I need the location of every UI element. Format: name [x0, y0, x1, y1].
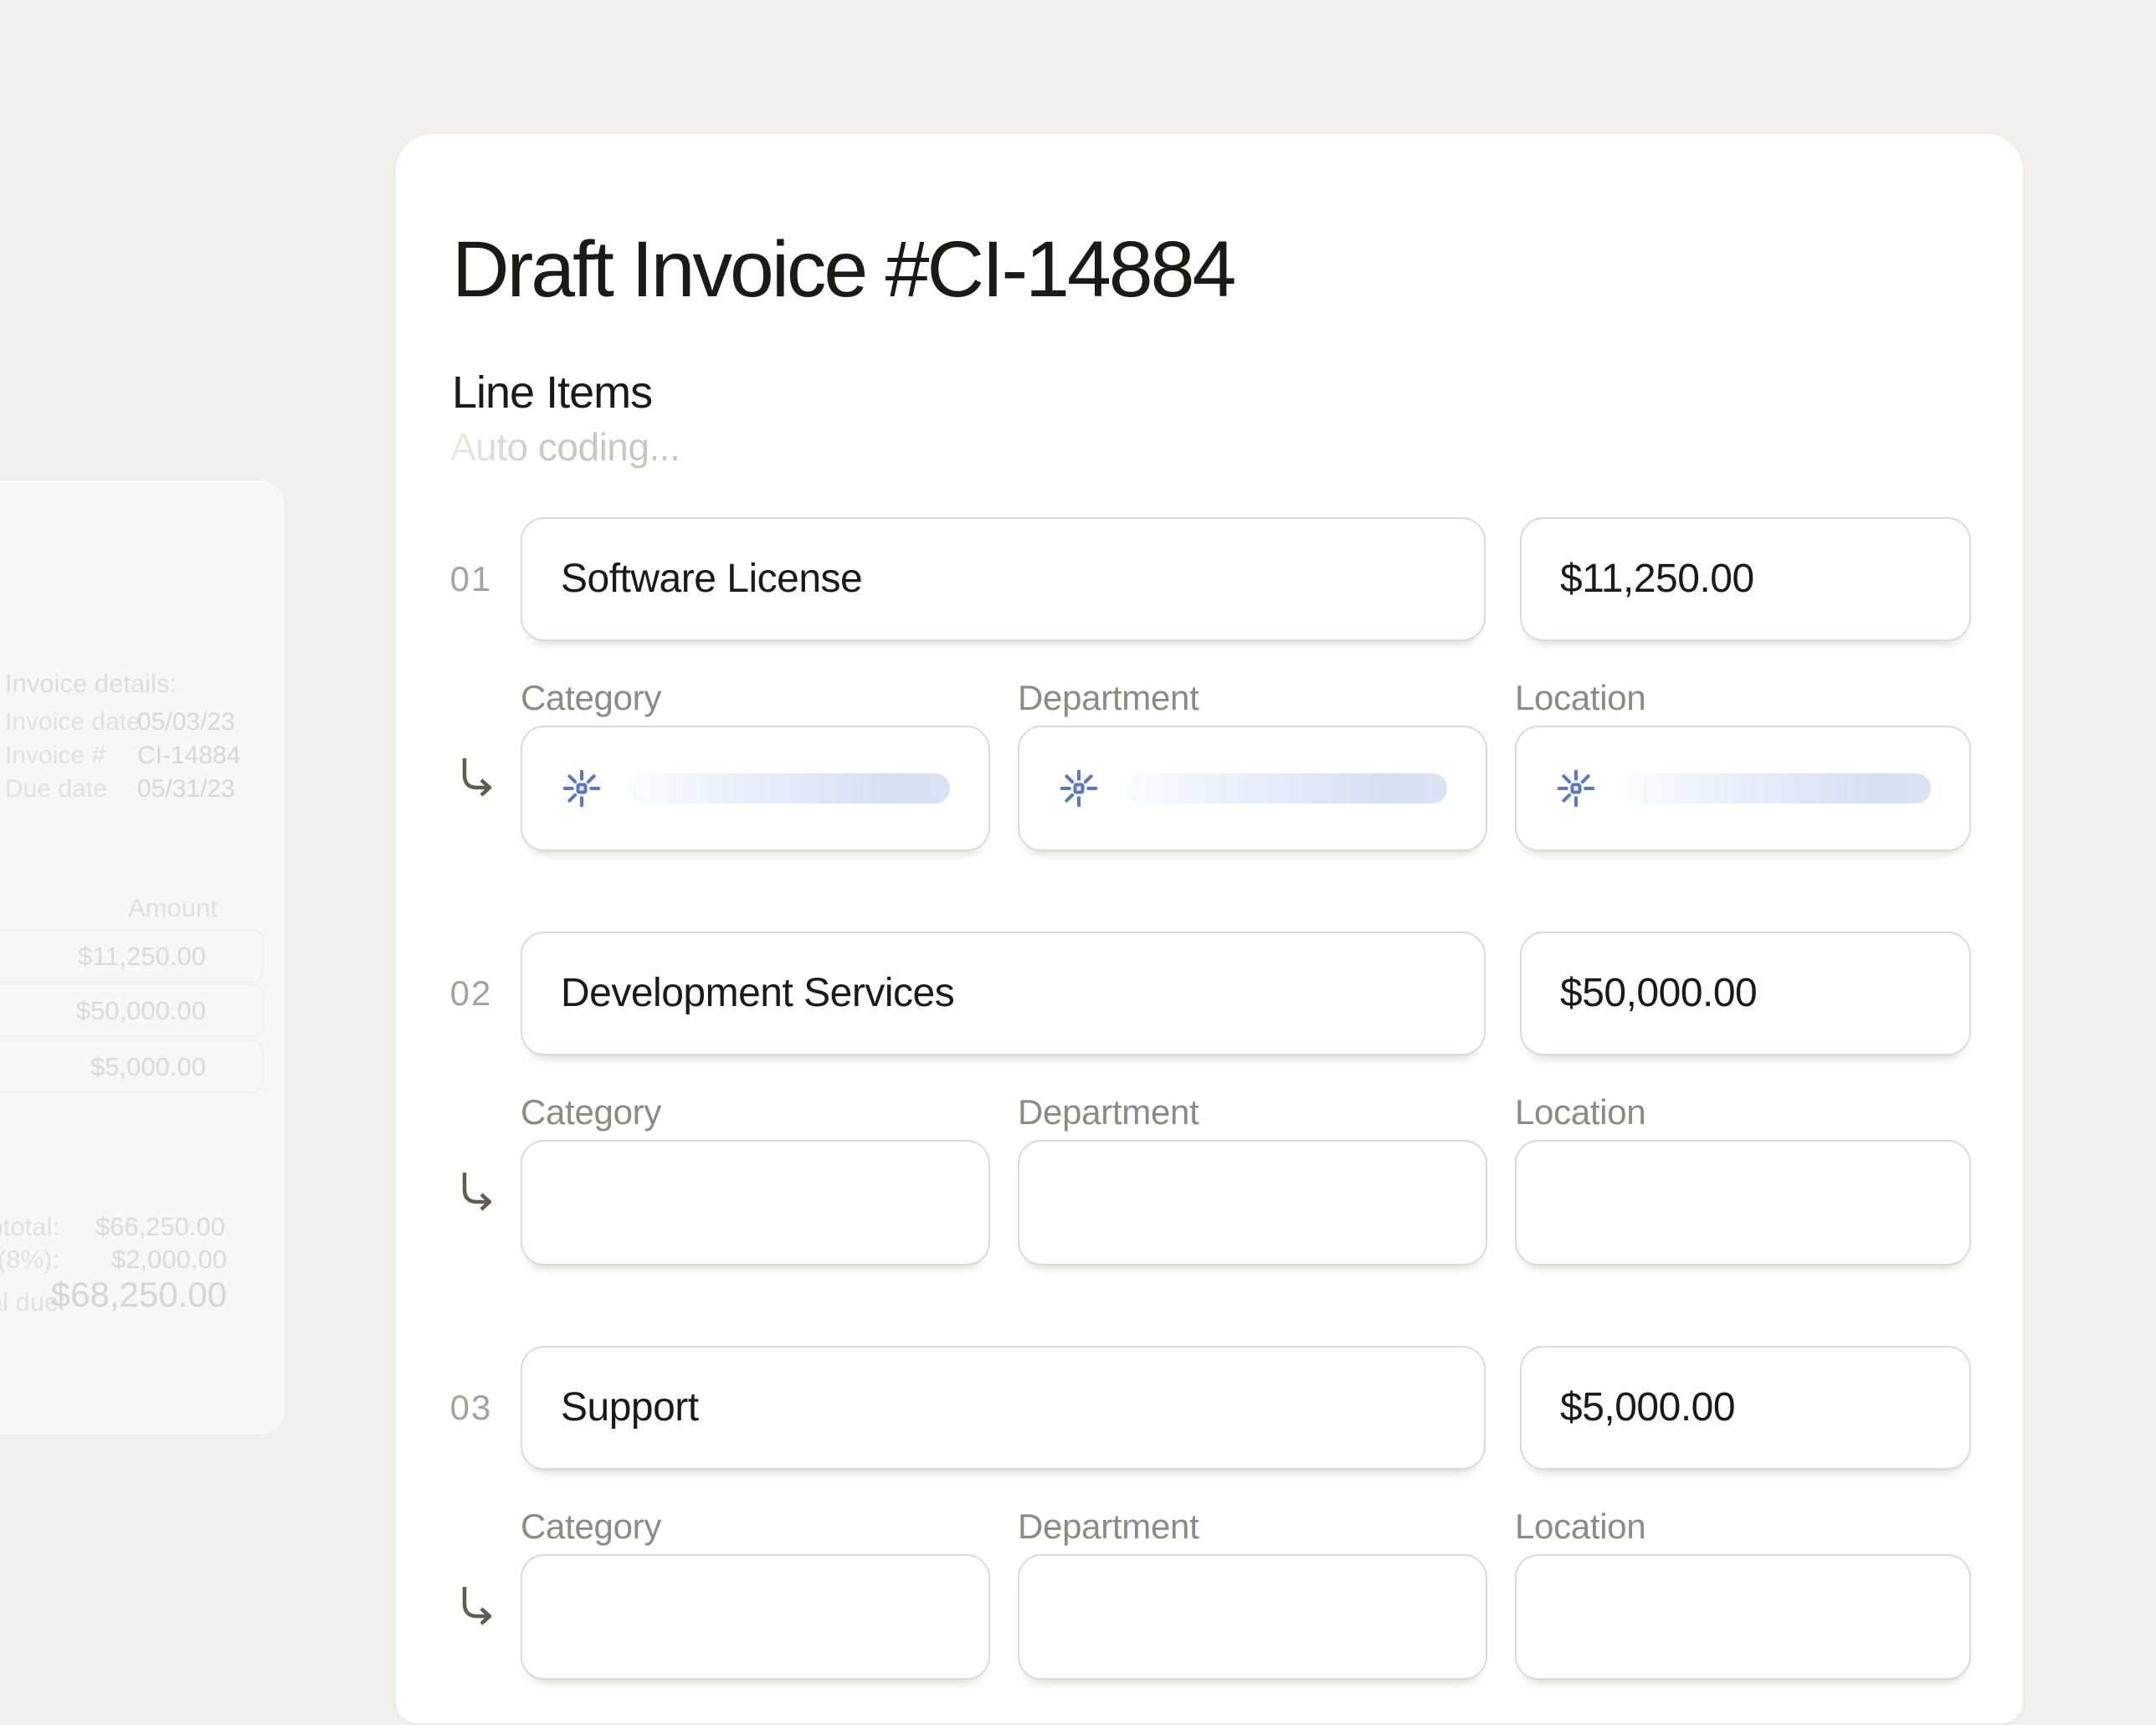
category-input[interactable] [521, 726, 990, 851]
location-input[interactable] [1515, 726, 1971, 851]
subtotal-value: $66,250.00 [58, 1212, 225, 1242]
department-label: Department [1018, 1092, 1199, 1132]
due-date-value: 05/31/23 [137, 775, 235, 803]
loading-shimmer-bar [1622, 773, 1931, 803]
department-label: Department [1018, 1507, 1199, 1547]
line-item-number: 02 [444, 973, 499, 1014]
location-input[interactable] [1515, 1554, 1971, 1680]
description-input[interactable]: Support [521, 1346, 1486, 1470]
amount-column-header: Amount [128, 893, 218, 923]
department-input[interactable] [1018, 1140, 1487, 1266]
invoice-number-label: Invoice # [5, 742, 105, 770]
description-input[interactable]: Development Services [521, 932, 1486, 1055]
amount-value: $11,250.00 [1522, 519, 1969, 639]
category-label: Category [521, 1092, 661, 1132]
category-input[interactable] [521, 1140, 990, 1266]
amount-input[interactable]: $11,250.00 [1520, 517, 1971, 641]
invoice-preview-panel: Invoice details: Invoice date 05/03/23 I… [0, 481, 284, 1434]
return-arrow-icon [454, 754, 501, 801]
subtotal-label: Subtotal: [0, 1212, 59, 1242]
draft-invoice-card: Draft Invoice #CI-14884 Line Items Auto … [396, 134, 2023, 1723]
page-background: Invoice details: Invoice date 05/03/23 I… [0, 0, 2156, 1725]
department-input[interactable] [1018, 1554, 1487, 1680]
department-label: Department [1018, 678, 1199, 718]
location-label: Location [1515, 1507, 1645, 1547]
faded-amount: $5,000.00 [38, 1052, 206, 1082]
amount-value: $5,000.00 [1522, 1348, 1969, 1468]
loading-spinner-icon [1056, 766, 1101, 811]
description-input[interactable]: Software License [521, 517, 1486, 641]
sales-tax-label: Sales tax (8%): [0, 1245, 59, 1275]
faded-amount: $50,000.00 [38, 996, 206, 1026]
location-label: Location [1515, 1092, 1645, 1132]
loading-spinner-icon [1553, 766, 1599, 811]
loading-spinner-icon [559, 766, 604, 811]
description-value: Development Services [522, 933, 1484, 1054]
description-value: Software License [522, 519, 1484, 639]
line-item-number: 01 [444, 559, 499, 599]
category-label: Category [521, 678, 661, 718]
invoice-number-value: CI-14884 [137, 742, 240, 770]
amount-value: $50,000.00 [1522, 933, 1969, 1054]
location-input[interactable] [1515, 1140, 1971, 1266]
line-item-number: 03 [444, 1388, 499, 1428]
return-arrow-icon [454, 1168, 501, 1215]
department-input[interactable] [1018, 726, 1487, 851]
return-arrow-icon [454, 1583, 501, 1630]
amount-input[interactable]: $5,000.00 [1520, 1346, 1971, 1470]
faded-amount: $11,250.00 [38, 942, 206, 972]
description-value: Support [522, 1348, 1484, 1468]
category-input[interactable] [521, 1554, 990, 1680]
line-items-heading: Line Items [452, 367, 652, 418]
location-label: Location [1515, 678, 1645, 718]
due-date-label: Due date [5, 775, 107, 803]
invoice-date-label: Invoice date [5, 708, 141, 737]
page-title: Draft Invoice #CI-14884 [452, 224, 1234, 316]
loading-shimmer-bar [1125, 773, 1447, 803]
amount-input[interactable]: $50,000.00 [1520, 932, 1971, 1055]
invoice-date-value: 05/03/23 [137, 708, 235, 737]
loading-shimmer-bar [628, 773, 950, 803]
auto-coding-status: Auto coding... [450, 424, 680, 470]
sales-tax-value: $2,000.00 [59, 1245, 227, 1275]
total-due-value: $68,250.00 [1, 1275, 227, 1315]
invoice-details-title: Invoice details: [5, 669, 177, 699]
category-label: Category [521, 1507, 661, 1547]
